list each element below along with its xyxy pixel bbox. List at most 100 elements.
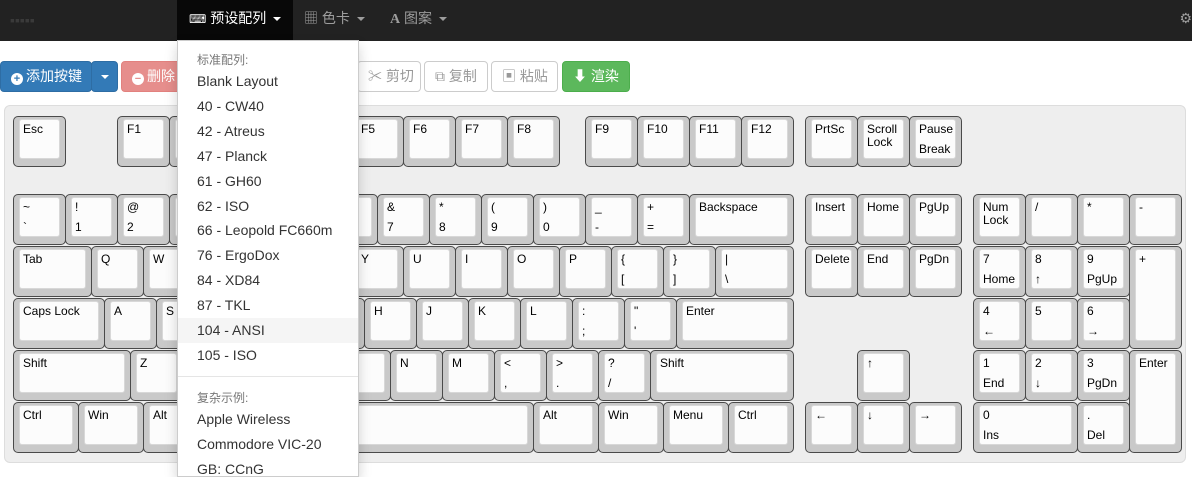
example-menu-item[interactable]: Commodore VIC-20 — [178, 432, 358, 457]
keycap[interactable]: Ctrl — [728, 402, 794, 453]
keycap[interactable]: F11 — [689, 116, 742, 167]
example-menu-item[interactable]: GB: CCnG — [178, 457, 358, 476]
preset-menu-item[interactable]: Blank Layout — [178, 69, 358, 94]
keycap[interactable]: PrtSc — [805, 116, 858, 167]
keycap[interactable]: _ - — [585, 194, 638, 245]
keycap[interactable]: 0 Ins — [973, 402, 1078, 453]
keycap[interactable]: Insert — [805, 194, 858, 245]
nav-colors-menu[interactable]: ▦ 色卡 — [292, 0, 377, 41]
keycap[interactable]: 1 End — [973, 350, 1026, 401]
keycap[interactable]: 3 PgDn — [1077, 350, 1130, 401]
keycap[interactable]: PgUp — [909, 194, 962, 245]
keycap[interactable]: | \ — [715, 246, 794, 297]
keycap[interactable]: → — [909, 402, 962, 453]
copy-button[interactable]: ⧉ 复制 — [424, 61, 488, 92]
keycap[interactable]: K — [468, 298, 521, 349]
keycap[interactable]: J — [416, 298, 469, 349]
keycap[interactable]: ↓ — [857, 402, 910, 453]
preset-menu-item[interactable]: 66 - Leopold FC660m — [178, 218, 358, 243]
keycap[interactable]: 6 → — [1077, 298, 1130, 349]
keycap[interactable]: >. — [546, 350, 599, 401]
keycap[interactable]: Shift — [13, 350, 131, 401]
add-key-button[interactable]: + 添加按键 — [0, 61, 92, 92]
keycap[interactable]: H — [364, 298, 417, 349]
keycap[interactable]: F7 — [455, 116, 508, 167]
keycap[interactable]: O — [507, 246, 560, 297]
keycap[interactable]: 4 ← — [973, 298, 1026, 349]
gear-icon[interactable]: ⚙ — [1179, 10, 1192, 27]
keycap[interactable]: & 7 — [377, 194, 430, 245]
preset-menu-item[interactable]: 40 - CW40 — [178, 94, 358, 119]
keycap[interactable]: Pause Break — [909, 116, 962, 167]
keycap[interactable]: . Del — [1077, 402, 1130, 453]
preset-menu-item[interactable]: 61 - GH60 — [178, 169, 358, 194]
preset-menu-item[interactable]: 62 - ISO — [178, 194, 358, 219]
preset-menu-item[interactable]: 84 - XD84 — [178, 268, 358, 293]
keycap[interactable]: Shift — [650, 350, 794, 401]
preset-menu-item[interactable]: 104 - ANSI — [178, 318, 358, 343]
keycap[interactable]: 8 ↑ — [1025, 246, 1078, 297]
keycap[interactable]: Num Lock — [973, 194, 1026, 245]
preset-menu-item[interactable]: 76 - ErgoDox — [178, 243, 358, 268]
keycap[interactable]: Enter — [1129, 350, 1182, 453]
keycap[interactable]: F8 — [507, 116, 560, 167]
keycap[interactable]: F9 — [585, 116, 638, 167]
keycap[interactable]: 2 ↓ — [1025, 350, 1078, 401]
keycap[interactable]: Home — [857, 194, 910, 245]
keycap[interactable]: ↑ — [857, 350, 910, 401]
keycap[interactable]: Scroll Lock — [857, 116, 910, 167]
keycap[interactable]: Esc — [13, 116, 66, 167]
keycap[interactable]: @2 — [117, 194, 170, 245]
preset-menu-item[interactable]: 42 - Atreus — [178, 119, 358, 144]
keycap[interactable]: ! 1 — [65, 194, 118, 245]
render-button[interactable]: ⬇ 渲染 — [562, 61, 630, 92]
paste-button[interactable]: ▣ 粘贴 — [491, 61, 558, 92]
keycap[interactable]: F10 — [637, 116, 690, 167]
keycap[interactable]: Backspace — [689, 194, 794, 245]
preset-menu-item[interactable]: 87 - TKL — [178, 293, 358, 318]
keycap[interactable]: Menu — [663, 402, 729, 453]
navbar-brand[interactable]: ▪▪▪▪▪ — [10, 12, 35, 28]
keycap[interactable]: + — [1129, 246, 1182, 349]
keycap[interactable]: Alt — [533, 402, 599, 453]
keycap[interactable]: Tab — [13, 246, 92, 297]
keycap[interactable]: Caps Lock — [13, 298, 105, 349]
keycap[interactable]: " ' — [624, 298, 677, 349]
keycap[interactable]: + = — [637, 194, 690, 245]
keycap[interactable]: A — [104, 298, 157, 349]
keycap[interactable]: ← — [805, 402, 858, 453]
keycap[interactable]: :; — [572, 298, 625, 349]
keycap[interactable]: <, — [494, 350, 547, 401]
keycap[interactable]: F12 — [741, 116, 794, 167]
keycap[interactable]: Win — [598, 402, 664, 453]
keycap[interactable]: PgDn — [909, 246, 962, 297]
keycap[interactable]: * — [1077, 194, 1130, 245]
add-key-dropdown-toggle[interactable] — [91, 61, 118, 92]
keycap[interactable]: Ctrl — [13, 402, 79, 453]
keycap[interactable]: Delete — [805, 246, 858, 297]
keycap[interactable]: Q — [91, 246, 144, 297]
keycap[interactable]: ~ ` — [13, 194, 66, 245]
nav-presets-menu[interactable]: ⌨ 预设配列 — [177, 0, 294, 41]
example-menu-item[interactable]: Apple Wireless — [178, 407, 358, 432]
keycap[interactable]: }] — [663, 246, 716, 297]
keycap[interactable]: / — [1025, 194, 1078, 245]
keycap[interactable]: M — [442, 350, 495, 401]
keycap[interactable]: U — [403, 246, 456, 297]
keycap[interactable]: L — [520, 298, 573, 349]
keycap[interactable]: End — [857, 246, 910, 297]
keycap[interactable]: Enter — [676, 298, 794, 349]
keycap[interactable]: - — [1129, 194, 1182, 245]
keycap[interactable]: 5 — [1025, 298, 1078, 349]
keycap[interactable]: * 8 — [429, 194, 482, 245]
nav-patterns-menu[interactable]: A 图案 — [378, 0, 459, 41]
cut-button[interactable]: ✂ 剪切 — [357, 61, 421, 92]
keycap[interactable]: N — [390, 350, 443, 401]
preset-menu-item[interactable]: 47 - Planck — [178, 144, 358, 169]
keycap[interactable]: F6 — [403, 116, 456, 167]
keycap[interactable]: F1 — [117, 116, 170, 167]
keycap[interactable]: {[ — [611, 246, 664, 297]
keycap[interactable]: Win — [78, 402, 144, 453]
keycap[interactable]: P — [559, 246, 612, 297]
keycap[interactable]: ? / — [598, 350, 651, 401]
